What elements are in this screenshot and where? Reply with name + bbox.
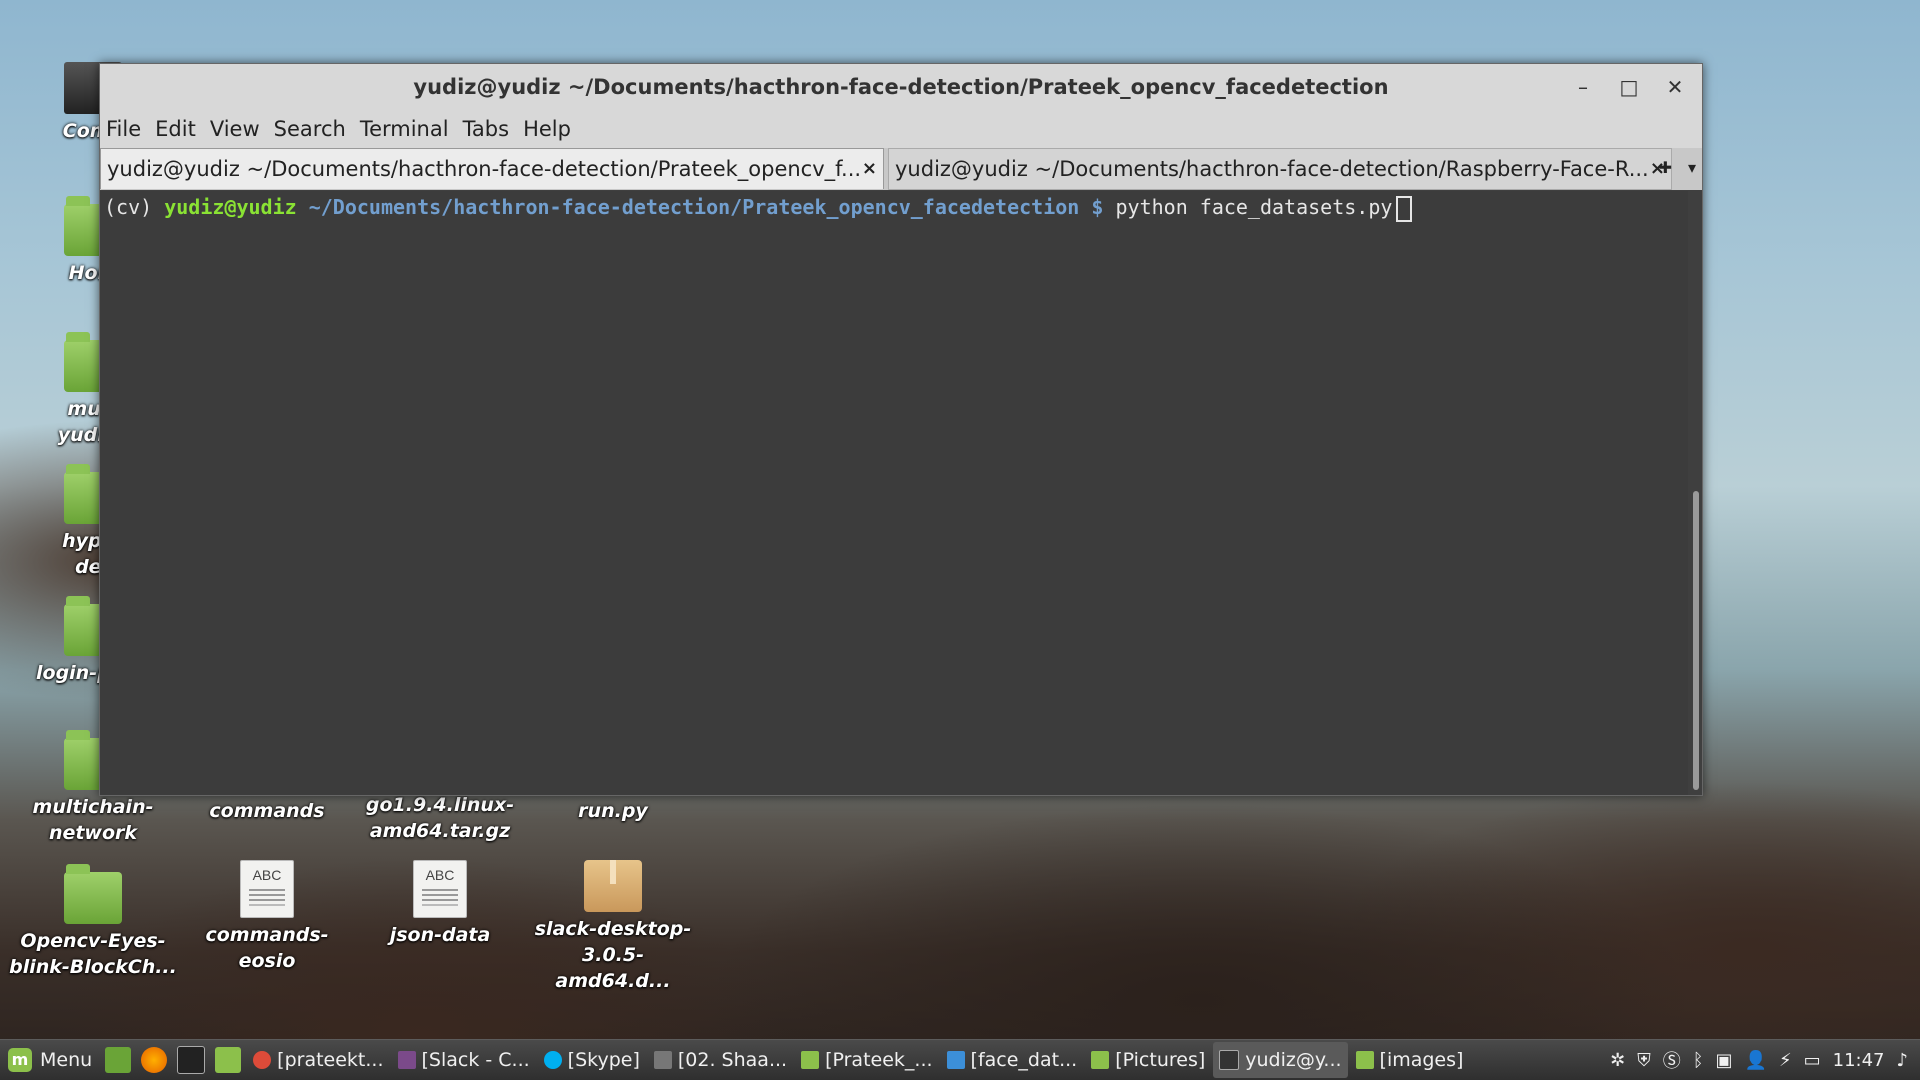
desktop-icon-label: go1.9.4.linux- amd64.tar.gz xyxy=(365,794,515,842)
tab-list-icon[interactable]: ▾ xyxy=(1688,148,1696,188)
folder-icon xyxy=(1091,1051,1110,1069)
scrollbar-thumb[interactable] xyxy=(1693,491,1699,790)
start-menu-button[interactable]: m Menu xyxy=(0,1048,100,1072)
desktop-icon-slack-deb[interactable]: slack-desktop- 3.0.5-amd64.d... xyxy=(528,860,698,994)
menu-file[interactable]: File xyxy=(106,117,141,141)
window-title: yudiz@yudiz ~/Documents/hacthron-face-de… xyxy=(413,75,1389,99)
text-file-icon: ABC xyxy=(240,860,294,918)
desktop-icon-label: json-data xyxy=(389,924,491,946)
taskbar-window-prateek-folder[interactable]: [Prateek_... xyxy=(795,1042,938,1078)
text-cursor xyxy=(1396,195,1413,222)
folder-icon xyxy=(64,864,122,924)
system-tray: ✲ ⛨ Ⓢ ᛒ ▣ 👤 ⚡ ▭ 11:47 ♪ xyxy=(1604,1047,1920,1073)
desktop-icon-label: multichain- network xyxy=(32,796,154,844)
menu-help[interactable]: Help xyxy=(523,117,571,141)
desktop-icon-opencv-eyes[interactable]: Opencv-Eyes- blink-BlockCh... xyxy=(8,864,178,980)
desktop-icon-label: commands- eosio xyxy=(205,924,329,972)
taskbar-window-media[interactable]: [02. Shaa... xyxy=(648,1042,793,1078)
skype-tray-icon[interactable]: Ⓢ xyxy=(1663,1047,1681,1073)
taskbar-window-pictures[interactable]: [Pictures] xyxy=(1085,1042,1211,1078)
show-desktop-icon[interactable] xyxy=(105,1047,132,1073)
taskbar-window-label: [prateekt... xyxy=(277,1049,384,1071)
desktop-icon-label: commands xyxy=(209,800,325,822)
tab-raspberry-face[interactable]: yudiz@yudiz ~/Documents/hacthron-face-de… xyxy=(888,148,1672,190)
package-icon xyxy=(584,860,642,912)
taskbar-window-label: [Slack - C... xyxy=(421,1049,530,1071)
tab-label: yudiz@yudiz ~/Documents/hacthron-face-de… xyxy=(107,157,862,181)
typed-command: python face_datasets.py xyxy=(1115,195,1393,219)
tab-close-icon[interactable]: × xyxy=(862,149,877,189)
taskbar-window-vscode[interactable]: [face_dat... xyxy=(941,1042,1084,1078)
desktop-icon-json-data[interactable]: ABC json-data xyxy=(355,860,525,948)
taskbar: m Menu [prateekt... [Slack - C... [Skype… xyxy=(0,1039,1920,1080)
desktop-icon-label: run.py xyxy=(578,800,648,822)
update-manager-icon[interactable]: ▣ xyxy=(1716,1050,1733,1071)
tab-prateek-opencv[interactable]: yudiz@yudiz ~/Documents/hacthron-face-de… xyxy=(100,148,884,189)
taskbar-window-label: [face_dat... xyxy=(970,1049,1078,1071)
taskbar-window-label: [02. Shaa... xyxy=(677,1049,788,1071)
minimize-button[interactable]: – xyxy=(1560,64,1606,110)
vscode-icon xyxy=(946,1051,965,1069)
menu-terminal[interactable]: Terminal xyxy=(360,117,449,141)
terminal-icon xyxy=(1219,1050,1240,1070)
shield-icon[interactable]: ⛨ xyxy=(1637,1050,1651,1071)
menu-edit[interactable]: Edit xyxy=(155,117,196,141)
desktop-icon-label: Opencv-Eyes- blink-BlockCh... xyxy=(9,930,177,978)
start-menu-label: Menu xyxy=(40,1049,93,1071)
menu-bar: File Edit View Search Terminal Tabs Help xyxy=(100,110,1702,148)
tab-label: yudiz@yudiz ~/Documents/hacthron-face-de… xyxy=(895,157,1649,181)
close-button[interactable]: ✕ xyxy=(1652,64,1698,110)
tab-bar: yudiz@yudiz ~/Documents/hacthron-face-de… xyxy=(100,148,1702,190)
settings-tray-icon[interactable]: ✲ xyxy=(1610,1050,1625,1071)
taskbar-window-label: [images] xyxy=(1379,1049,1464,1071)
new-tab-icon[interactable]: ✚ xyxy=(1659,148,1672,188)
menu-tabs[interactable]: Tabs xyxy=(463,117,510,141)
taskbar-window-label: [Prateek_... xyxy=(825,1049,933,1071)
media-player-icon xyxy=(653,1051,672,1069)
battery-icon[interactable]: ▭ xyxy=(1804,1050,1821,1071)
prompt-path: ~/Documents/hacthron-face-detection/Prat… xyxy=(308,195,1080,219)
window-titlebar[interactable]: yudiz@yudiz ~/Documents/hacthron-face-de… xyxy=(100,64,1702,110)
taskbar-window-skype[interactable]: [Skype] xyxy=(538,1042,646,1078)
virtualenv-indicator: (cv) xyxy=(104,195,153,219)
menu-view[interactable]: View xyxy=(210,117,260,141)
taskbar-window-chrome[interactable]: [prateekt... xyxy=(247,1042,389,1078)
text-file-icon: ABC xyxy=(413,860,467,918)
skype-icon xyxy=(543,1051,562,1069)
abc-glyph: ABC xyxy=(425,867,455,883)
clock[interactable]: 11:47 xyxy=(1833,1050,1885,1071)
desktop-icon-label: slack-desktop- 3.0.5-amd64.d... xyxy=(534,918,692,992)
taskbar-window-label: [Skype] xyxy=(567,1049,640,1071)
slack-icon xyxy=(397,1051,416,1069)
user-icon[interactable]: 👤 xyxy=(1745,1050,1767,1071)
sound-icon[interactable]: ♪ xyxy=(1897,1050,1909,1071)
bluetooth-icon[interactable]: ᛒ xyxy=(1693,1050,1704,1071)
terminal-launcher-icon[interactable] xyxy=(177,1046,206,1074)
abc-glyph: ABC xyxy=(252,867,282,883)
chrome-icon xyxy=(253,1051,272,1069)
terminal-output[interactable]: (cv) yudiz@yudiz ~/Documents/hacthron-fa… xyxy=(100,191,1688,795)
folder-icon xyxy=(801,1051,820,1069)
taskbar-window-slack[interactable]: [Slack - C... xyxy=(392,1042,536,1078)
mint-logo-icon: m xyxy=(8,1048,32,1072)
prompt-user-host: yudiz@yudiz xyxy=(164,195,297,219)
prompt-symbol: $ xyxy=(1091,195,1104,219)
folder-icon xyxy=(1355,1051,1374,1069)
terminal-scrollbar[interactable] xyxy=(1688,191,1702,795)
network-icon[interactable]: ⚡ xyxy=(1779,1050,1792,1071)
firefox-icon[interactable] xyxy=(141,1047,168,1073)
files-launcher-icon[interactable] xyxy=(215,1047,242,1073)
taskbar-window-label: [Pictures] xyxy=(1115,1049,1206,1071)
desktop-icon-commands-eosio[interactable]: ABC commands- eosio xyxy=(182,860,352,974)
menu-search[interactable]: Search xyxy=(274,117,346,141)
taskbar-window-terminal[interactable]: yudiz@y... xyxy=(1213,1042,1348,1078)
terminal-window: yudiz@yudiz ~/Documents/hacthron-face-de… xyxy=(99,63,1703,796)
taskbar-window-images[interactable]: [images] xyxy=(1350,1042,1470,1078)
taskbar-window-label: yudiz@y... xyxy=(1245,1049,1342,1071)
maximize-button[interactable]: □ xyxy=(1606,64,1652,110)
